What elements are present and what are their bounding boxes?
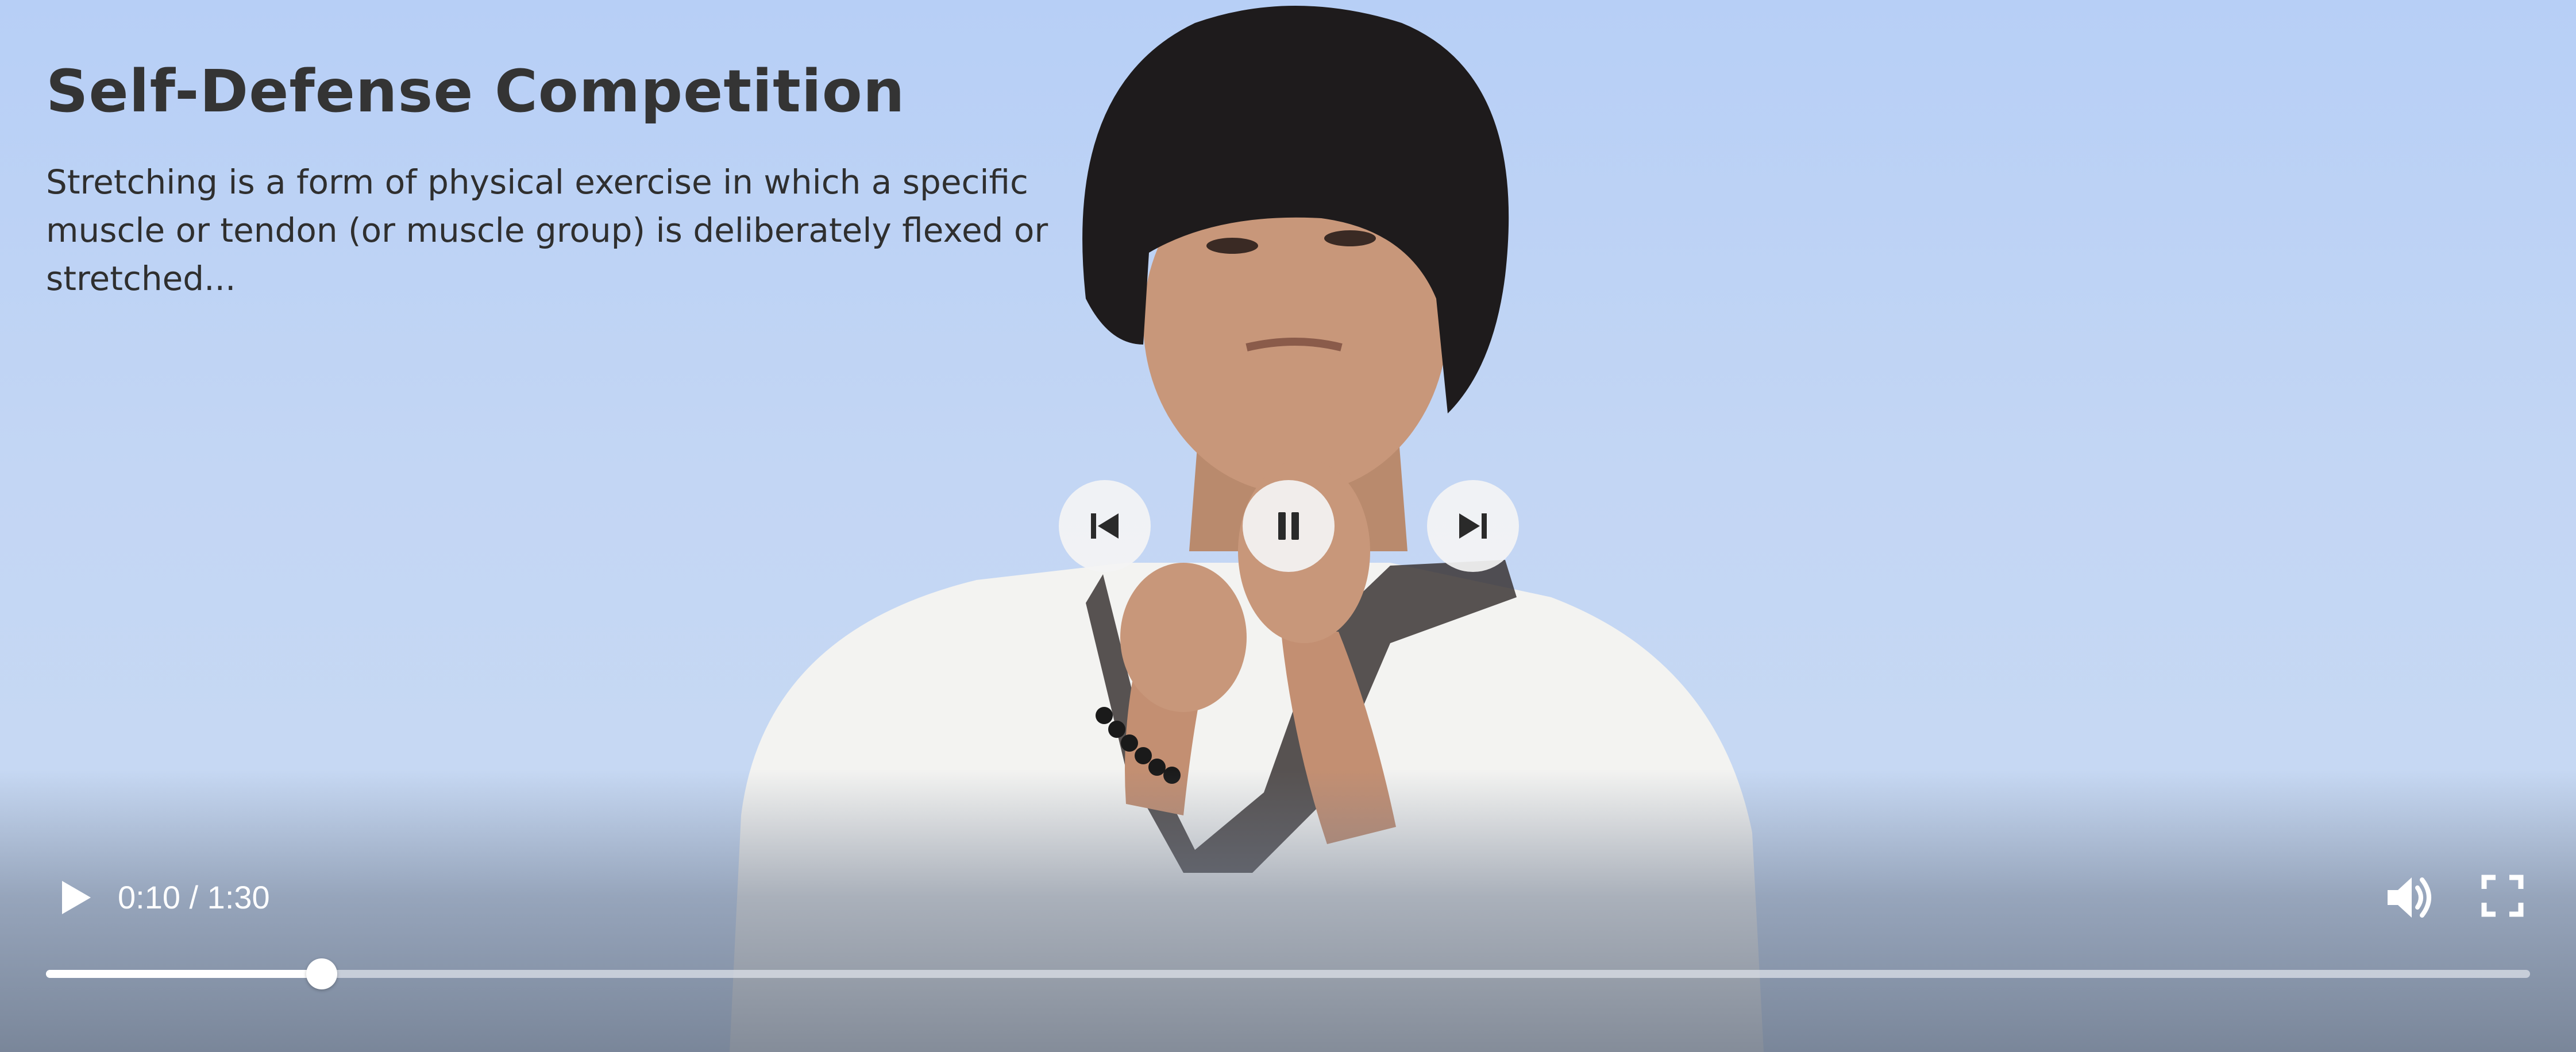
pause-button[interactable] (1243, 480, 1335, 572)
fullscreen-icon (2481, 875, 2524, 917)
time-display: 0:10 / 1:30 (118, 879, 270, 915)
skip-next-icon (1459, 513, 1487, 539)
control-bar-background (0, 769, 2576, 1052)
video-player[interactable]: Self-Defense Competition Stretching is a… (0, 0, 2576, 1052)
progress-fill (46, 970, 322, 978)
fullscreen-button[interactable] (2481, 874, 2524, 918)
play-button[interactable] (55, 877, 95, 918)
pause-icon (1278, 512, 1299, 540)
video-description: Stretching is a form of physical exercis… (46, 163, 1048, 298)
progress-bar[interactable] (46, 958, 2530, 989)
left-fist (1120, 563, 1247, 712)
volume-icon (2388, 877, 2431, 918)
skip-previous-icon (1091, 513, 1119, 539)
progress-thumb[interactable] (306, 958, 337, 989)
video-title: Self-Defense Competition (46, 57, 905, 126)
play-icon (62, 881, 91, 914)
volume-button[interactable] (2384, 873, 2436, 922)
next-button[interactable] (1427, 480, 1519, 572)
previous-button[interactable] (1059, 480, 1151, 572)
